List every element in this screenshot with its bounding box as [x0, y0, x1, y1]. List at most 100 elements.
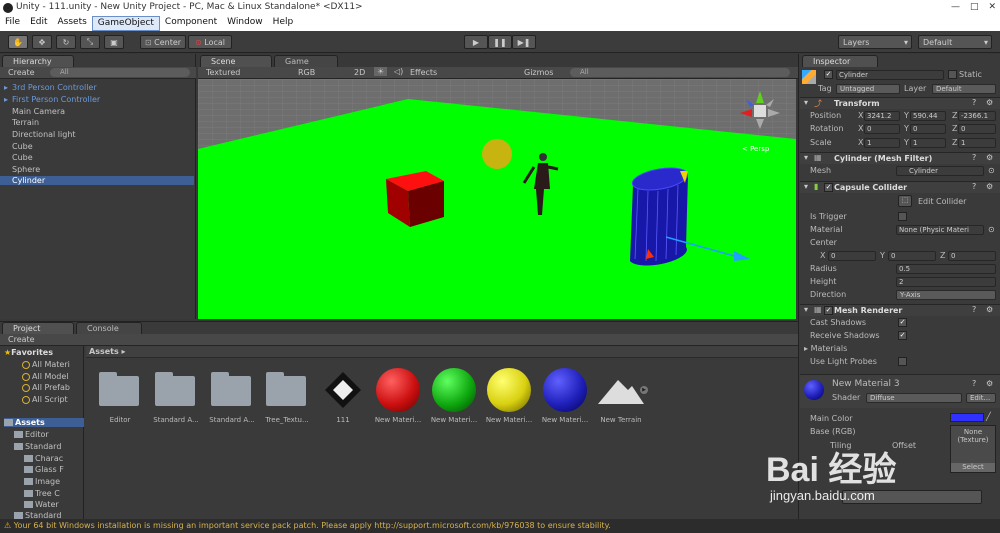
direction-dropdown[interactable]: Y-Axis: [896, 290, 996, 300]
center-x-field[interactable]: 0: [828, 251, 876, 261]
minimize-button[interactable]: —: [951, 2, 960, 12]
materials-foldout[interactable]: ▸ Materials: [804, 344, 847, 353]
tag-dropdown[interactable]: Untagged: [836, 84, 900, 94]
tree-item-tree[interactable]: Tree C: [24, 489, 60, 498]
static-checkbox[interactable]: [948, 70, 957, 79]
tree-item-standard[interactable]: Standard: [14, 442, 61, 451]
menu-component[interactable]: Component: [160, 16, 222, 31]
hierarchy-item-3rd-person-controller[interactable]: ▸ 3rd Person Controller: [4, 83, 97, 92]
scale-tool-button[interactable]: ⤡: [80, 35, 100, 49]
project-create-button[interactable]: Create: [8, 335, 35, 344]
hierarchy-item-terrain[interactable]: Terrain: [12, 118, 39, 127]
hierarchy-item-directional-light[interactable]: Directional light: [12, 130, 76, 139]
position-z-field[interactable]: -2366.1: [958, 111, 996, 121]
status-bar[interactable]: ⚠ Your 64 bit Windows installation is mi…: [0, 519, 1000, 533]
menu-window[interactable]: Window: [222, 16, 268, 31]
hierarchy-item-cylinder[interactable]: Cylinder: [0, 176, 194, 185]
tree-assets-root[interactable]: Assets: [4, 418, 84, 427]
mesh-filter-header[interactable]: ▾ ▦ Cylinder (Mesh Filter)? ⚙: [800, 152, 1000, 164]
capsule-enabled-checkbox[interactable]: ✓: [824, 183, 833, 192]
tab-scene[interactable]: Scene: [200, 55, 272, 67]
radius-field[interactable]: 0.5: [896, 264, 996, 274]
position-y-field[interactable]: 590.44: [910, 111, 946, 121]
move-tool-button[interactable]: ✥: [32, 35, 52, 49]
draw-mode-dropdown[interactable]: Textured: [206, 68, 240, 77]
center-z-field[interactable]: 0: [948, 251, 996, 261]
tree-item-editor[interactable]: Editor: [14, 430, 49, 439]
scale-x-field[interactable]: 1: [864, 138, 900, 148]
favorite-all-scripts[interactable]: All Script: [22, 395, 68, 404]
play-button[interactable]: ▶: [464, 35, 488, 49]
height-field[interactable]: 2: [896, 277, 996, 287]
close-button[interactable]: ✕: [988, 2, 996, 12]
menu-gameobject[interactable]: GameObject: [91, 16, 160, 31]
is-trigger-checkbox[interactable]: [898, 212, 907, 221]
texture-select-button[interactable]: Select: [951, 463, 995, 472]
menu-assets[interactable]: Assets: [53, 16, 92, 31]
gizmos-dropdown[interactable]: Gizmos: [524, 68, 553, 77]
transform-header[interactable]: ▾ ⤴ Transform? ⚙: [800, 97, 1000, 109]
rotation-x-field[interactable]: 0: [864, 124, 900, 134]
step-button[interactable]: ▶❚: [512, 35, 536, 49]
gear-icon[interactable]: ⚙: [986, 98, 993, 107]
gear-icon[interactable]: ⚙: [986, 153, 993, 162]
menu-file[interactable]: File: [0, 16, 25, 31]
collider-material-field[interactable]: None (Physic Materi: [896, 225, 984, 235]
position-x-field[interactable]: 3241.2: [864, 111, 900, 121]
gear-icon[interactable]: ⚙: [986, 305, 993, 314]
layout-dropdown[interactable]: Default ▾: [918, 35, 992, 49]
eyedropper-icon[interactable]: ╱: [986, 412, 991, 421]
favorite-all-models[interactable]: All Model: [22, 372, 68, 381]
tab-game[interactable]: Game: [274, 55, 338, 67]
rotation-z-field[interactable]: 0: [958, 124, 996, 134]
color-mode-dropdown[interactable]: RGB: [298, 68, 315, 77]
layers-dropdown[interactable]: Layers ▾: [838, 35, 912, 49]
effects-dropdown[interactable]: Effects: [410, 68, 437, 77]
hierarchy-search-input[interactable]: All: [50, 68, 190, 77]
menu-edit[interactable]: Edit: [25, 16, 52, 31]
shader-dropdown[interactable]: Diffuse: [866, 393, 962, 403]
hierarchy-item-sphere[interactable]: Sphere: [12, 165, 40, 174]
lighting-toggle[interactable]: ☀: [374, 67, 388, 76]
tree-item-character[interactable]: Charac: [24, 454, 63, 463]
tab-hierarchy[interactable]: Hierarchy: [2, 55, 74, 67]
mesh-renderer-header[interactable]: ▾ ▦ ✓ Mesh Renderer? ⚙: [800, 304, 1000, 316]
breadcrumb[interactable]: Assets ▸: [89, 347, 126, 356]
persp-label[interactable]: < Persp: [742, 145, 769, 153]
rect-tool-button[interactable]: ▣: [104, 35, 124, 49]
hand-tool-button[interactable]: ✋: [8, 35, 28, 49]
scene-gizmo[interactable]: < Persp: [738, 89, 782, 153]
layer-dropdown[interactable]: Default: [932, 84, 996, 94]
hierarchy-item-cube[interactable]: Cube: [12, 142, 33, 151]
object-name-field[interactable]: Cylinder: [836, 70, 944, 80]
hierarchy-item-first-person-controller[interactable]: ▸ First Person Controller: [4, 95, 100, 104]
mesh-field[interactable]: Cylinder: [896, 166, 984, 176]
texture-slot[interactable]: None (Texture) Select: [950, 425, 996, 473]
scale-z-field[interactable]: 1: [958, 138, 996, 148]
tab-console[interactable]: Console: [76, 322, 142, 334]
tab-inspector[interactable]: Inspector: [802, 55, 878, 67]
favorites-header[interactable]: ★Favorites: [4, 348, 53, 357]
help-icon[interactable]: ?: [972, 98, 976, 107]
pivot-center-button[interactable]: ⊡ Center: [140, 35, 186, 49]
cast-shadows-checkbox[interactable]: ✓: [898, 318, 907, 327]
pause-button[interactable]: ❚❚: [488, 35, 512, 49]
main-color-swatch[interactable]: [950, 413, 984, 422]
audio-toggle[interactable]: ◁): [394, 67, 403, 76]
light-probes-checkbox[interactable]: [898, 357, 907, 366]
hierarchy-item-cube-2[interactable]: Cube: [12, 153, 33, 162]
receive-shadows-checkbox[interactable]: ✓: [898, 331, 907, 340]
renderer-enabled-checkbox[interactable]: ✓: [824, 306, 833, 315]
capsule-collider-header[interactable]: ▾ ▮ ✓ Capsule Collider? ⚙: [800, 181, 1000, 193]
rotation-y-field[interactable]: 0: [910, 124, 946, 134]
tab-project[interactable]: Project: [2, 322, 74, 334]
help-icon[interactable]: ?: [972, 305, 976, 314]
object-picker-icon[interactable]: ⊙: [988, 166, 995, 175]
shader-edit-button[interactable]: Edit...: [966, 393, 996, 403]
tree-item-glass[interactable]: Glass F: [24, 465, 64, 474]
hierarchy-create-button[interactable]: Create: [8, 68, 35, 77]
scene-search-input[interactable]: All: [570, 68, 790, 77]
hierarchy-item-main-camera[interactable]: Main Camera: [12, 107, 65, 116]
active-checkbox[interactable]: ✓: [824, 70, 833, 79]
favorite-all-prefabs[interactable]: All Prefab: [22, 383, 70, 392]
